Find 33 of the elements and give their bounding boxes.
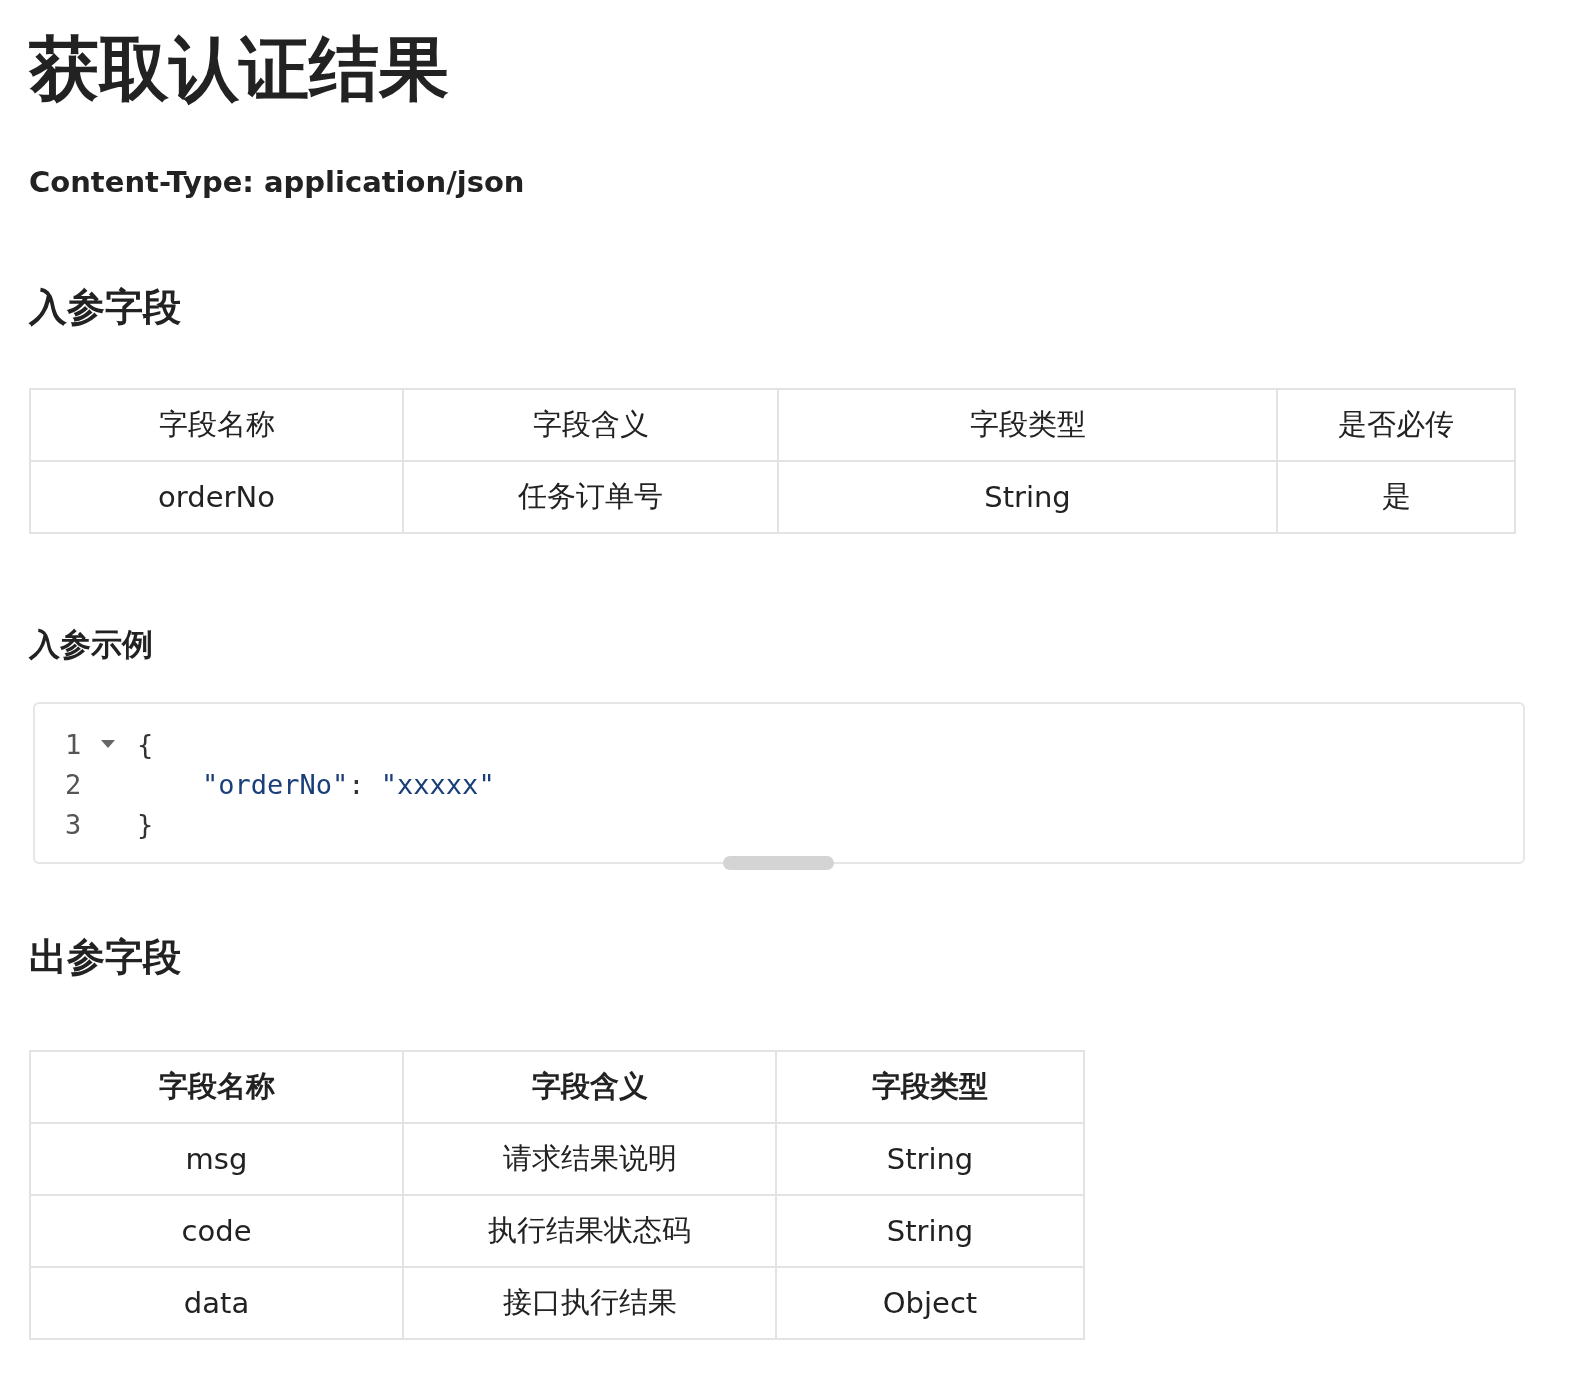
column-header: 字段类型 <box>778 389 1277 461</box>
table-cell: 请求结果说明 <box>403 1123 776 1195</box>
table-cell: data <box>30 1267 403 1339</box>
table-cell: orderNo <box>30 461 403 533</box>
section-heading: 出参字段 <box>29 934 182 981</box>
column-header: 字段含义 <box>403 1051 776 1123</box>
table-cell: String <box>778 461 1277 533</box>
table-cell: 任务订单号 <box>403 461 778 533</box>
table-cell: 执行结果状态码 <box>403 1195 776 1267</box>
table-cell: msg <box>30 1123 403 1195</box>
table-cell: String <box>776 1123 1084 1195</box>
section-heading: 入参示例 <box>29 625 154 664</box>
table-cell: String <box>776 1195 1084 1267</box>
table-cell: 是 <box>1277 461 1515 533</box>
fold-caret-icon[interactable] <box>101 740 115 748</box>
table-cell: 接口执行结果 <box>403 1267 776 1339</box>
page-title: 获取认证结果 <box>29 27 450 112</box>
line-number: 2 <box>65 768 83 800</box>
column-header: 字段名称 <box>30 1051 403 1123</box>
code-line: { <box>137 728 154 760</box>
scrollbar-thumb[interactable] <box>723 856 834 870</box>
code-line: } <box>137 808 154 840</box>
table-cell: code <box>30 1195 403 1267</box>
section-heading: 入参字段 <box>29 284 182 331</box>
line-number: 3 <box>65 808 83 840</box>
column-header: 字段类型 <box>776 1051 1084 1123</box>
content-type-text: Content-Type: application/json <box>29 164 526 201</box>
column-header: 字段名称 <box>30 389 403 461</box>
column-header: 是否必传 <box>1277 389 1515 461</box>
code-line: "orderNo": "xxxxx" <box>201 768 495 800</box>
table-cell: Object <box>776 1267 1084 1339</box>
column-header: 字段含义 <box>403 389 778 461</box>
line-number: 1 <box>65 728 83 760</box>
